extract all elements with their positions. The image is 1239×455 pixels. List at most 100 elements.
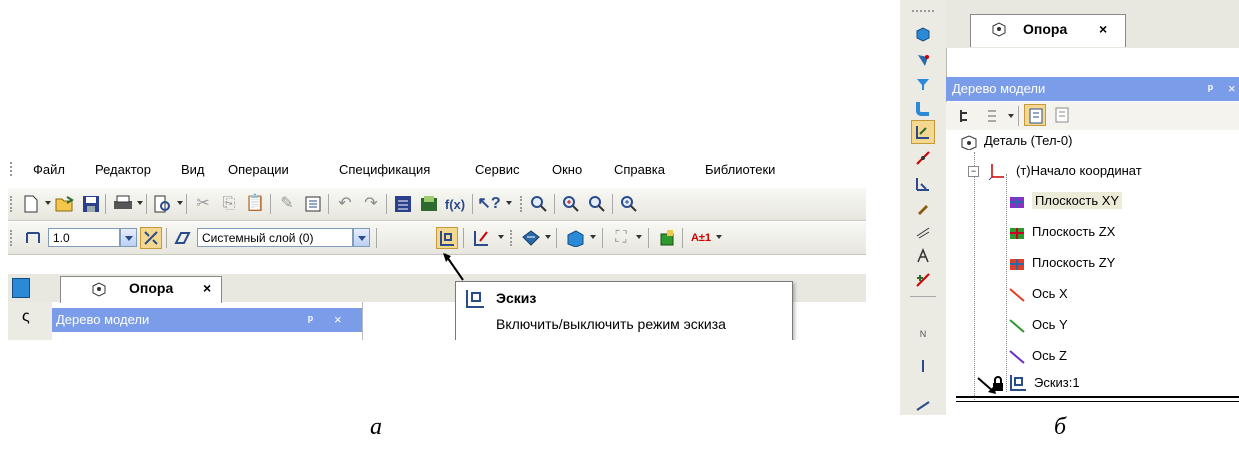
point-icon[interactable] <box>911 354 935 378</box>
current-state-toolbar: 1.0 Системный слой (0) ⛶ A±1 <box>8 222 866 255</box>
menu-help[interactable]: Справка <box>614 162 665 177</box>
print-icon[interactable] <box>112 193 134 215</box>
save-icon[interactable] <box>80 193 102 215</box>
geometry-icon[interactable] <box>911 48 935 72</box>
menubar-grip[interactable] <box>10 162 15 176</box>
surfaces-icon[interactable] <box>911 72 935 96</box>
redo-icon[interactable]: ↷ <box>360 193 382 215</box>
scale-dropdown-button[interactable] <box>120 228 137 247</box>
tree-options-icon[interactable] <box>1054 106 1072 127</box>
selection-icon[interactable] <box>911 268 935 292</box>
menu-service[interactable]: Сервис <box>475 162 520 177</box>
zoom-all-icon[interactable] <box>618 193 640 215</box>
tree-item-axis-x[interactable]: Ось X <box>1008 283 1068 305</box>
help-pointer-icon[interactable]: ↖? <box>477 193 500 215</box>
pipes-icon[interactable] <box>911 96 935 120</box>
menu-specification[interactable]: Спецификация <box>339 162 430 177</box>
orientation-dropdown-arrow[interactable] <box>636 235 642 239</box>
tree-panel-header: Дерево модели ᵖ × <box>946 77 1239 101</box>
snap-grid-icon[interactable] <box>140 227 162 249</box>
tree-panel-close-icon[interactable]: × <box>334 308 342 332</box>
menu-file[interactable]: Файл <box>33 162 65 177</box>
tree-item-plane-zy[interactable]: Плоскость ZY <box>1008 252 1115 274</box>
tree-line <box>974 152 976 400</box>
collapse-toggle-icon[interactable]: − <box>968 166 979 177</box>
tree-item-axis-y[interactable]: Ось Y <box>1008 314 1068 336</box>
format-brush-icon[interactable]: ✎ <box>276 193 298 215</box>
toolbar-grip[interactable] <box>10 196 15 212</box>
pin-icon[interactable]: ᵖ <box>308 308 313 332</box>
tab-close-icon[interactable]: × <box>203 280 211 296</box>
tree-item-axis-z[interactable]: Ось Z <box>1008 345 1067 367</box>
zoom-in-icon[interactable] <box>560 193 582 215</box>
properties-icon[interactable] <box>302 193 324 215</box>
tree-structure-icon[interactable] <box>958 108 974 127</box>
menu-view[interactable]: Вид <box>181 162 205 177</box>
model-viewport[interactable] <box>362 302 457 340</box>
menu-libraries[interactable]: Библиотеки <box>705 162 775 177</box>
toolbar-overflow-arrow[interactable] <box>506 201 512 205</box>
display-dropdown-arrow[interactable] <box>545 235 551 239</box>
tree-panel-close-icon[interactable]: × <box>1228 77 1236 101</box>
variables-fx-icon[interactable]: f(x) <box>444 193 466 215</box>
dimension-icon[interactable]: A±1 <box>690 227 712 249</box>
edit-sketch-icon[interactable] <box>470 227 492 249</box>
part-cube-icon[interactable] <box>12 278 30 298</box>
parametrization-icon[interactable] <box>911 220 935 244</box>
color-fill-icon[interactable] <box>656 227 678 249</box>
tab-close-icon[interactable]: × <box>1099 21 1107 37</box>
sketch-tool-icon[interactable]: ς <box>22 308 30 326</box>
zoom-out-icon[interactable] <box>586 193 608 215</box>
layer-combo[interactable]: Системный слой (0) <box>197 228 353 247</box>
layer-dropdown-button[interactable] <box>353 228 370 247</box>
normal-icon[interactable]: N <box>911 322 935 346</box>
toolbar-grip[interactable] <box>520 196 525 212</box>
cut-icon[interactable]: ✂ <box>192 193 214 215</box>
menu-window[interactable]: Окно <box>552 162 582 177</box>
toolbar-grip[interactable] <box>510 230 515 246</box>
tree-filter-icon[interactable] <box>986 108 1004 127</box>
library-manager-icon[interactable] <box>418 193 440 215</box>
toolbar-grip[interactable] <box>10 230 15 246</box>
strip-grip[interactable] <box>912 10 934 15</box>
tab-opora[interactable]: Опора × <box>970 14 1126 47</box>
new-dropdown-arrow[interactable] <box>45 201 51 205</box>
menu-editor[interactable]: Редактор <box>95 162 151 177</box>
dimensions-icon[interactable] <box>911 172 935 196</box>
orientation-icon[interactable]: ⛶ <box>610 227 632 249</box>
paste-icon[interactable]: 📋 <box>244 193 266 215</box>
edit-icon[interactable] <box>911 196 935 220</box>
dimension-dropdown-arrow[interactable] <box>716 235 722 239</box>
scale-icon[interactable] <box>22 227 44 249</box>
zoom-window-icon[interactable] <box>528 193 550 215</box>
preview-icon[interactable] <box>152 193 174 215</box>
shaded-cube-icon[interactable] <box>564 227 586 249</box>
sketch-mode-icon[interactable] <box>436 227 458 249</box>
copy-icon[interactable]: ⎘ <box>218 193 240 215</box>
open-folder-icon[interactable] <box>54 193 76 215</box>
sketch-geometry-icon[interactable] <box>911 120 935 144</box>
display-mode-icon[interactable] <box>520 227 542 249</box>
print-dropdown-arrow[interactable] <box>137 201 143 205</box>
new-document-icon[interactable] <box>20 193 42 215</box>
auxiliary-line-icon[interactable] <box>911 146 935 170</box>
segment-icon[interactable] <box>911 392 935 415</box>
tree-item-plane-xy[interactable]: Плоскость XY <box>1008 190 1123 212</box>
tree-root[interactable]: Деталь (Тел-0) <box>960 130 1072 152</box>
manager-icon[interactable] <box>392 193 414 215</box>
shading-dropdown-arrow[interactable] <box>590 235 596 239</box>
tree-view-button[interactable] <box>1024 104 1046 126</box>
tab-opora[interactable]: Опора × <box>60 276 222 303</box>
scale-combo[interactable]: 1.0 <box>48 228 120 247</box>
menu-operations[interactable]: Операции <box>228 162 289 177</box>
tree-item-plane-zx[interactable]: Плоскость ZX <box>1008 221 1115 243</box>
undo-icon[interactable]: ↶ <box>334 193 356 215</box>
part-cube-icon[interactable] <box>911 22 935 46</box>
pin-icon[interactable]: ᵖ <box>1208 77 1213 101</box>
toolbar-overflow-arrow[interactable] <box>498 235 504 239</box>
side-strip: ς <box>8 302 52 340</box>
layers-icon[interactable] <box>171 227 193 249</box>
measure-icon[interactable] <box>911 244 935 268</box>
preview-dropdown-arrow[interactable] <box>177 201 183 205</box>
filter-dropdown-arrow[interactable] <box>1008 114 1014 118</box>
